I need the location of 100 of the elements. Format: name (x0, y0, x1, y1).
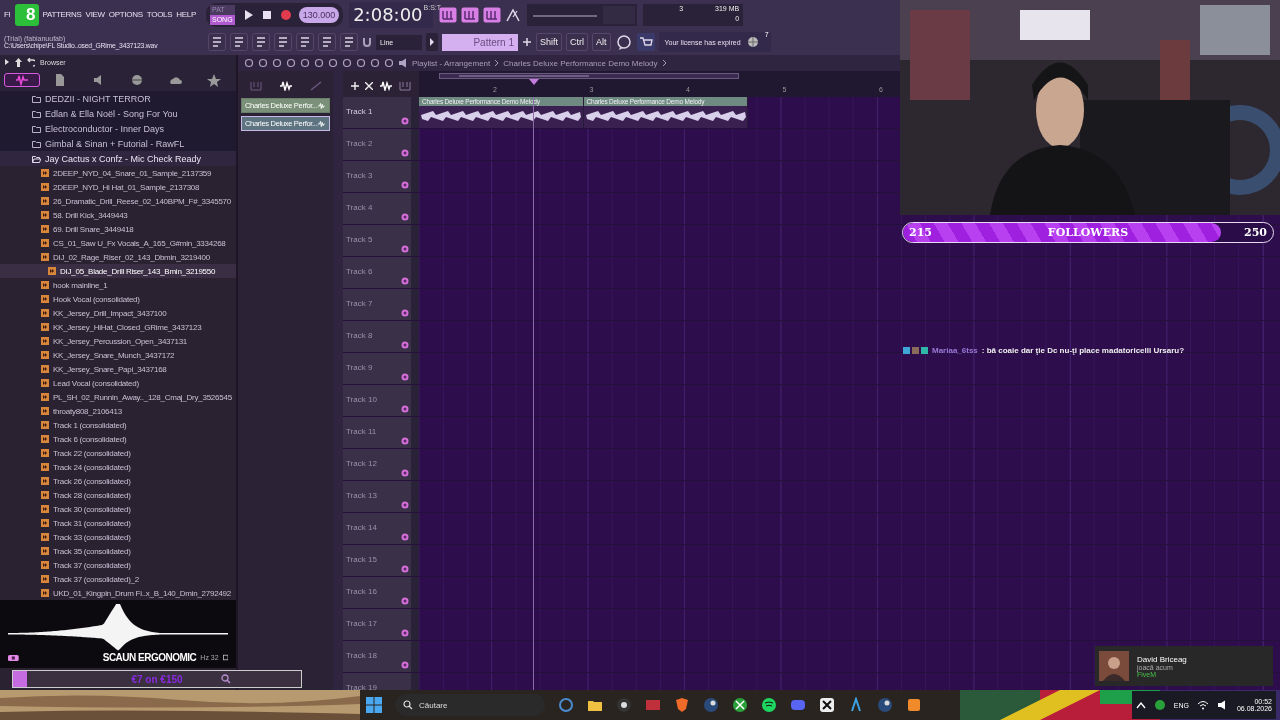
track-header[interactable]: Track 18 (343, 641, 411, 672)
file-name: DIJ_02_Rage_Riser_02_143_Dbmin_3219400 (53, 252, 210, 262)
file-item[interactable]: 2DEEP_NYD_04_Snare_01_Sample_2137359 (0, 166, 236, 180)
breadcrumb[interactable]: Charles Deluxe Performance Demo Melody (503, 58, 658, 68)
file-item[interactable]: Track 26 (consolidated) (0, 474, 236, 488)
track-header[interactable]: Track 19 (343, 673, 411, 690)
file-item[interactable]: DIJ_02_Rage_Riser_02_143_Dbmin_3219400 (0, 250, 236, 264)
track-header[interactable]: Track 12 (343, 449, 411, 480)
track-header[interactable]: Track 4 (343, 193, 411, 224)
menu-item[interactable]: TOOLS (146, 10, 173, 19)
file-item[interactable]: Track 33 (consolidated) (0, 530, 236, 544)
track-header[interactable]: Track 13 (343, 481, 411, 512)
file-name: Track 35 (consolidated) (53, 546, 131, 556)
file-item[interactable]: 58. Drill Kick_3449443 (0, 208, 236, 222)
file-item[interactable]: 2DEEP_NYD_Hi Hat_01_Sample_2137308 (0, 180, 236, 194)
file-item[interactable]: 26_Dramatic_Drill_Reese_02_140BPM_F#_3345570 (0, 194, 236, 208)
file-item[interactable]: KK_Jersey_Snare_Papi_3437168 (0, 362, 236, 376)
folder-item[interactable]: Electroconductor - Inner Days (0, 121, 236, 136)
track-name: Track 14 (346, 523, 377, 532)
file-item[interactable]: Track 1 (consolidated) (0, 418, 236, 432)
file-item[interactable]: throaty808_2106413 (0, 404, 236, 418)
file-item[interactable]: Lead Vocal (consolidated) (0, 376, 236, 390)
folder-name: Electroconductor - Inner Days (45, 123, 165, 134)
file-name: 2DEEP_NYD_04_Snare_01_Sample_2137359 (53, 168, 212, 178)
menu-item[interactable]: HELP (176, 10, 196, 19)
file-item[interactable]: KK_Jersey_Drill_Impact_3437100 (0, 306, 236, 320)
modifier-key[interactable]: Shift (536, 33, 562, 51)
track-name: Track 19 (346, 683, 377, 690)
track-header[interactable]: Track 5 (343, 225, 411, 256)
file-name: 69. Drill Snare_3449418 (53, 224, 134, 234)
file-item[interactable]: Track 24 (consolidated) (0, 460, 236, 474)
menu-item[interactable]: VIEW (85, 10, 105, 19)
file-item[interactable]: Track 35 (consolidated) (0, 544, 236, 558)
overlay-caption: SCAUN ERGONOMIC (102, 652, 197, 663)
folder-item[interactable]: Jay Cactus x Confz - Mic Check Ready (0, 151, 236, 166)
file-name: Track 37 (consolidated) (53, 560, 131, 570)
file-name: throaty808_2106413 (53, 406, 122, 416)
file-name: Track 6 (consolidated) (53, 434, 127, 444)
file-name: Track 22 (consolidated) (53, 448, 131, 458)
file-item[interactable]: KK_Jersey_Snare_Munch_3437172 (0, 348, 236, 362)
breadcrumb[interactable]: Playlist - Arrangement (412, 58, 491, 68)
file-item[interactable]: Track 37 (consolidated)_2 (0, 572, 236, 586)
track-header[interactable]: Track 15 (343, 545, 411, 576)
tempo-field[interactable]: 130.000 (298, 6, 340, 23)
menu-item[interactable]: FI (4, 10, 11, 19)
track-name: Track 4 (346, 203, 373, 212)
track-name: Track 2 (346, 139, 373, 148)
file-item[interactable]: Track 28 (consolidated) (0, 488, 236, 502)
file-name: CS_01_Saw U_Fx Vocals_A_165_G#min_3334268 (53, 238, 226, 248)
track-name: Track 10 (346, 395, 377, 404)
file-name: KK_Jersey_Drill_Impact_3437100 (53, 308, 167, 318)
folder-name: DEDZII - NIGHT TERROR (45, 93, 151, 104)
modifier-key[interactable]: Alt (592, 33, 611, 51)
track-header[interactable]: Track 10 (343, 385, 411, 416)
file-name: Track 37 (consolidated)_2 (53, 574, 139, 584)
file-name: KK_Jersey_Snare_Munch_3437172 (53, 350, 175, 360)
file-item[interactable]: UKD_01_Kingpin_Drum Fi..x_B_140_Dmin_2792492 (0, 586, 236, 600)
folder-item[interactable]: Edlan & Ella Noël - Song For You (0, 106, 236, 121)
track-name: Track 11 (346, 427, 377, 436)
track-header[interactable]: Track 3 (343, 161, 411, 192)
follower-label: FOLLOWERS (1047, 226, 1129, 239)
track-header[interactable]: Track 7 (343, 289, 411, 320)
file-item[interactable]: PL_SH_02_Runnin_Away.._128_Cmaj_Dry_3526545 (0, 390, 236, 404)
track-name: Track 12 (346, 459, 377, 468)
file-name: Track 1 (consolidated) (53, 420, 127, 430)
track-header[interactable]: Track 8 (343, 321, 411, 352)
file-item[interactable]: Track 31 (consolidated) (0, 516, 236, 530)
file-name: Track 31 (consolidated) (53, 518, 131, 528)
track-header[interactable]: Track 17 (343, 609, 411, 640)
modifier-key[interactable]: Ctrl (566, 33, 588, 51)
track-header[interactable]: Track 6 (343, 257, 411, 288)
menu-item[interactable]: OPTIONS (108, 10, 143, 19)
track-name: Track 9 (346, 363, 373, 372)
file-item[interactable]: DIJ_05_Blade_Drill Riser_143_Bmin_3219550 (0, 264, 236, 278)
file-item[interactable]: Track 22 (consolidated) (0, 446, 236, 460)
file-item[interactable]: CS_01_Saw U_Fx Vocals_A_165_G#min_3334268 (0, 236, 236, 250)
file-name: Hook Vocal (consolidated) (53, 294, 140, 304)
file-item[interactable]: Track 30 (consolidated) (0, 502, 236, 516)
folder-item[interactable]: Gimbal & Sinan + Futorial - RawFL (0, 136, 236, 151)
file-item[interactable]: 69. Drill Snare_3449418 (0, 222, 236, 236)
track-name: Track 7 (346, 299, 373, 308)
menu-item[interactable]: PATTERNS (42, 10, 82, 19)
file-item[interactable]: Track 37 (consolidated) (0, 558, 236, 572)
file-item[interactable]: Track 6 (consolidated) (0, 432, 236, 446)
track-header[interactable]: Track 9 (343, 353, 411, 384)
track-header[interactable]: Track 14 (343, 513, 411, 544)
file-item[interactable]: KK_Jersey_Percussion_Open_3437131 (0, 334, 236, 348)
folder-name: Edlan & Ella Noël - Song For You (45, 108, 178, 119)
file-name: UKD_01_Kingpin_Drum Fi..x_B_140_Dmin_2792492 (53, 588, 231, 598)
file-item[interactable]: Hook Vocal (consolidated) (0, 292, 236, 306)
file-item[interactable]: hook mainline_1 (0, 278, 236, 292)
track-header[interactable]: Track 1 (343, 97, 411, 128)
search-field[interactable]: Căutare (395, 694, 545, 716)
track-header[interactable]: Track 2 (343, 129, 411, 160)
folder-item[interactable]: DEDZII - NIGHT TERROR (0, 91, 236, 106)
file-item[interactable]: KK_Jersey_HiHat_Closed_GRime_3437123 (0, 320, 236, 334)
pattern-selector[interactable]: Pattern 1 (442, 33, 518, 51)
track-header[interactable]: Track 16 (343, 577, 411, 608)
chat-username: Mariaa_6tss (932, 346, 978, 355)
track-header[interactable]: Track 11 (343, 417, 411, 448)
